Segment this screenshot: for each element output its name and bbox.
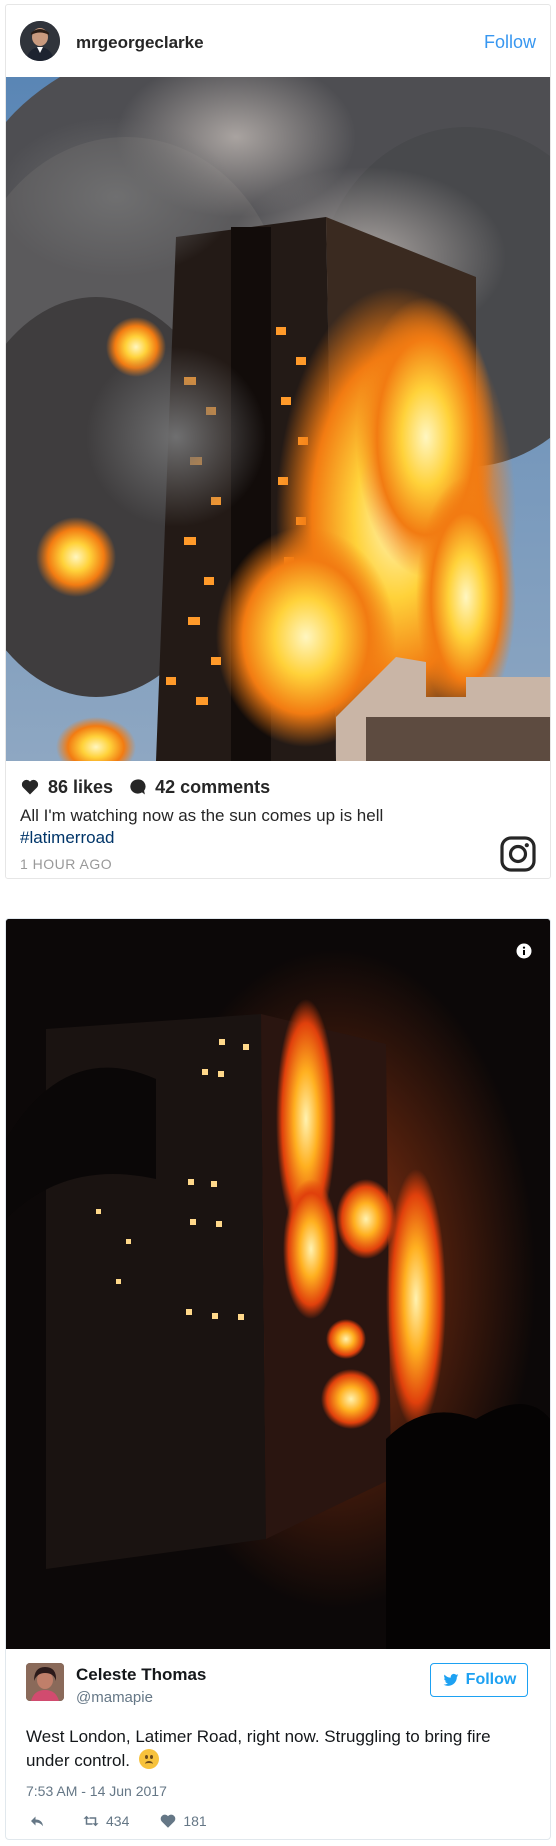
instagram-actions: 86 likes 42 comments — [20, 775, 270, 799]
twitter-bird-icon — [443, 1673, 459, 1686]
instagram-likes-count[interactable]: 86 likes — [48, 777, 113, 798]
instagram-logo-icon[interactable] — [500, 836, 536, 872]
tweet-text: West London, Latimer Road, right now. St… — [26, 1725, 526, 1773]
instagram-timestamp[interactable]: 1 HOUR AGO — [20, 856, 112, 872]
heart-icon — [161, 1814, 176, 1828]
reply-button[interactable] — [28, 1812, 52, 1830]
frowning-face-emoji — [138, 1749, 159, 1769]
info-icon[interactable] — [516, 943, 532, 959]
instagram-caption-text: All I'm watching now as the sun comes up… — [20, 806, 384, 825]
heart-icon[interactable] — [20, 777, 40, 797]
twitter-follow-label: Follow — [465, 1671, 517, 1688]
instagram-embed-card: mrgeorgeclarke Follow 86 likes 42 commen… — [5, 4, 551, 879]
twitter-embed-card: Celeste Thomas @mamapie Follow West Lond… — [5, 918, 551, 1840]
comment-icon[interactable] — [127, 777, 147, 797]
instagram-photo-building-fire[interactable] — [6, 77, 550, 761]
reply-icon — [31, 1816, 43, 1827]
instagram-comments-count[interactable]: 42 comments — [155, 777, 270, 798]
retweet-icon — [83, 1815, 99, 1827]
instagram-header: mrgeorgeclarke Follow — [6, 5, 550, 77]
twitter-follow-button[interactable]: Follow — [430, 1663, 528, 1697]
instagram-avatar[interactable] — [20, 21, 60, 61]
tweet-actions: 434 181 — [28, 1811, 207, 1831]
instagram-hashtag-link[interactable]: #latimerroad — [20, 828, 115, 847]
twitter-photo-building-fire-night[interactable] — [6, 919, 550, 1649]
instagram-username[interactable]: mrgeorgeclarke — [76, 33, 204, 53]
tweet-text-content: West London, Latimer Road, right now. St… — [26, 1727, 491, 1770]
retweet-button[interactable]: 434 — [82, 1812, 129, 1830]
tweet-timestamp[interactable]: 7:53 AM - 14 Jun 2017 — [26, 1783, 167, 1799]
twitter-display-name[interactable]: Celeste Thomas — [76, 1665, 206, 1685]
like-count: 181 — [183, 1813, 207, 1829]
like-button[interactable]: 181 — [159, 1812, 207, 1830]
instagram-caption: All I'm watching now as the sun comes up… — [20, 805, 490, 849]
twitter-avatar[interactable] — [26, 1663, 64, 1701]
instagram-follow-button[interactable]: Follow — [484, 32, 536, 53]
twitter-handle[interactable]: @mamapie — [76, 1689, 153, 1706]
retweet-count: 434 — [106, 1813, 130, 1829]
